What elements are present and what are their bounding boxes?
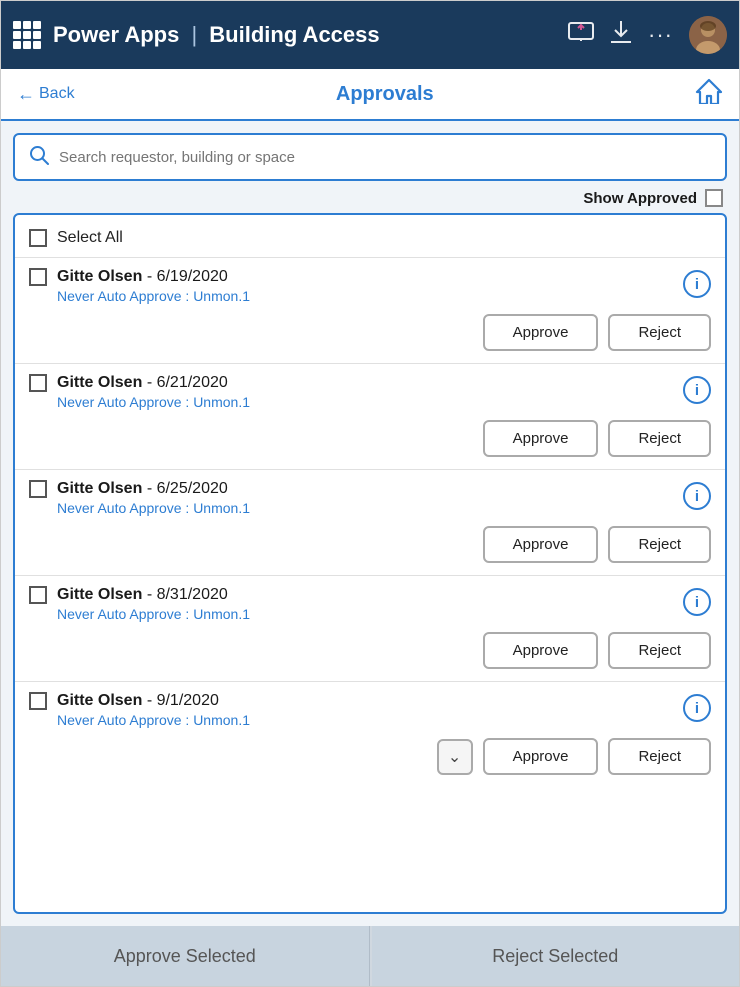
show-approved-label: Show Approved [583, 190, 697, 207]
item-checkbox-2[interactable] [29, 480, 47, 498]
select-all-checkbox[interactable] [29, 229, 47, 247]
approval-info-4: Gitte Olsen - 9/1/2020 Never Auto Approv… [57, 692, 673, 728]
page-title: Approvals [75, 83, 695, 106]
approval-item-sub-0[interactable]: Never Auto Approve : Unmon.1 [57, 288, 673, 304]
approval-item-top-1: Gitte Olsen - 6/21/2020 Never Auto Appro… [29, 374, 711, 410]
approval-item-sub-4[interactable]: Never Auto Approve : Unmon.1 [57, 712, 673, 728]
more-icon[interactable]: ··· [648, 22, 673, 48]
top-bar-actions: ··· [568, 16, 727, 54]
approval-item-name-1: Gitte Olsen - 6/21/2020 [57, 374, 673, 392]
approval-info-0: Gitte Olsen - 6/19/2020 Never Auto Appro… [57, 268, 673, 304]
item-checkbox-4[interactable] [29, 692, 47, 710]
approval-item-sub-1[interactable]: Never Auto Approve : Unmon.1 [57, 394, 673, 410]
screen-icon[interactable] [568, 22, 594, 48]
info-icon-4[interactable]: i [683, 694, 711, 722]
reject-selected-button[interactable]: Reject Selected [372, 926, 740, 986]
approve-selected-button[interactable]: Approve Selected [1, 926, 370, 986]
approval-item-top-4: Gitte Olsen - 9/1/2020 Never Auto Approv… [29, 692, 711, 728]
approval-item-name-3: Gitte Olsen - 8/31/2020 [57, 586, 673, 604]
reject-btn-2[interactable]: Reject [608, 526, 711, 563]
reject-btn-3[interactable]: Reject [608, 632, 711, 669]
approval-item-sub-3[interactable]: Never Auto Approve : Unmon.1 [57, 606, 673, 622]
show-approved-checkbox[interactable] [705, 189, 723, 207]
approval-item-top-2: Gitte Olsen - 6/25/2020 Never Auto Appro… [29, 480, 711, 516]
approve-btn-1[interactable]: Approve [483, 420, 599, 457]
search-bar [13, 133, 727, 181]
reject-btn-1[interactable]: Reject [608, 420, 711, 457]
item-checkbox-3[interactable] [29, 586, 47, 604]
reject-btn-0[interactable]: Reject [608, 314, 711, 351]
back-arrow-icon: ← [17, 84, 35, 105]
approval-actions-0: Approve Reject [29, 314, 711, 351]
approval-item-top-3: Gitte Olsen - 8/31/2020 Never Auto Appro… [29, 586, 711, 622]
avatar[interactable] [689, 16, 727, 54]
info-icon-0[interactable]: i [683, 270, 711, 298]
approval-info-3: Gitte Olsen - 8/31/2020 Never Auto Appro… [57, 586, 673, 622]
reject-btn-4[interactable]: Reject [608, 738, 711, 775]
app-name: Power Apps [53, 22, 179, 47]
download-icon[interactable] [610, 20, 632, 50]
approval-actions-1: Approve Reject [29, 420, 711, 457]
approval-actions-2: Approve Reject [29, 526, 711, 563]
info-icon-2[interactable]: i [683, 482, 711, 510]
approval-item: Gitte Olsen - 6/21/2020 Never Auto Appro… [15, 363, 725, 469]
approval-item-name-0: Gitte Olsen - 6/19/2020 [57, 268, 673, 286]
select-all-row: Select All [15, 223, 725, 257]
title-divider: | [191, 22, 203, 47]
approval-item-top-0: Gitte Olsen - 6/19/2020 Never Auto Appro… [29, 268, 711, 304]
main-content: Show Approved Select All Gitte Olsen - 6… [1, 121, 739, 926]
back-button[interactable]: ← Back [17, 84, 75, 105]
approval-item-name-2: Gitte Olsen - 6/25/2020 [57, 480, 673, 498]
approval-item: Gitte Olsen - 8/31/2020 Never Auto Appro… [15, 575, 725, 681]
approve-btn-3[interactable]: Approve [483, 632, 599, 669]
info-icon-3[interactable]: i [683, 588, 711, 616]
approval-item: Gitte Olsen - 6/25/2020 Never Auto Appro… [15, 469, 725, 575]
show-approved-row: Show Approved [13, 189, 727, 207]
approval-info-1: Gitte Olsen - 6/21/2020 Never Auto Appro… [57, 374, 673, 410]
bottom-bar: Approve Selected Reject Selected [1, 926, 739, 986]
search-input[interactable] [59, 149, 711, 166]
grid-icon[interactable] [13, 21, 41, 49]
nav-bar: ← Back Approvals [1, 69, 739, 121]
approval-actions-4: ⌄ Approve Reject [29, 738, 711, 775]
approval-item: Gitte Olsen - 9/1/2020 Never Auto Approv… [15, 681, 725, 787]
search-icon [29, 145, 49, 170]
approvals-container: Gitte Olsen - 6/19/2020 Never Auto Appro… [15, 257, 725, 787]
item-checkbox-1[interactable] [29, 374, 47, 392]
approval-item: Gitte Olsen - 6/19/2020 Never Auto Appro… [15, 257, 725, 363]
approve-btn-0[interactable]: Approve [483, 314, 599, 351]
top-bar-title: Power Apps | Building Access [53, 22, 556, 48]
approval-info-2: Gitte Olsen - 6/25/2020 Never Auto Appro… [57, 480, 673, 516]
home-icon[interactable] [695, 78, 723, 111]
back-label: Back [39, 85, 75, 103]
app-container: Power Apps | Building Access [0, 0, 740, 987]
page-name: Building Access [209, 22, 379, 47]
select-all-label: Select All [57, 229, 123, 247]
approval-item-sub-2[interactable]: Never Auto Approve : Unmon.1 [57, 500, 673, 516]
approve-btn-2[interactable]: Approve [483, 526, 599, 563]
approval-item-name-4: Gitte Olsen - 9/1/2020 [57, 692, 673, 710]
info-icon-1[interactable]: i [683, 376, 711, 404]
top-bar: Power Apps | Building Access [1, 1, 739, 69]
approvals-list: Select All Gitte Olsen - 6/19/2020 Never… [13, 213, 727, 914]
approve-btn-4[interactable]: Approve [483, 738, 599, 775]
approval-actions-3: Approve Reject [29, 632, 711, 669]
item-checkbox-0[interactable] [29, 268, 47, 286]
chevron-btn-4[interactable]: ⌄ [437, 739, 473, 775]
